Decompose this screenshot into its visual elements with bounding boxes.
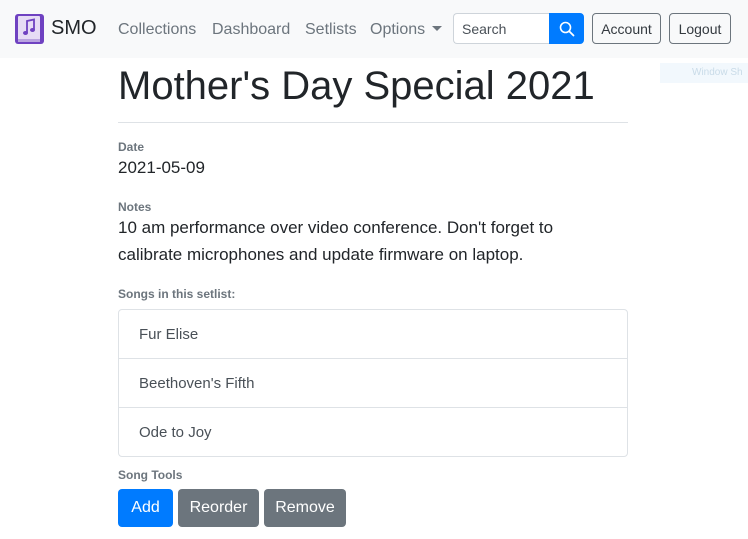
date-label: Date (118, 140, 145, 154)
logout-button[interactable]: Logout (669, 13, 731, 44)
remove-button[interactable]: Remove (264, 489, 346, 527)
song-tools-label: Song Tools (118, 468, 183, 482)
song-item-ode-to-joy[interactable]: Ode to Joy (119, 408, 627, 456)
notes-line-2: calibrate microphones and update firmwar… (118, 245, 524, 264)
notes-line-1: 10 am performance over video conference.… (118, 218, 554, 237)
nav-link-setlists[interactable]: Setlists (305, 21, 357, 39)
nav-link-collections[interactable]: Collections (118, 21, 196, 39)
search-icon (559, 21, 574, 36)
song-item-fur-elise[interactable]: Fur Elise (119, 310, 627, 359)
song-list: Fur Elise Beethoven's Fifth Ode to Joy (118, 309, 628, 457)
caret-down-icon (432, 26, 443, 31)
music-book-logo-icon[interactable] (14, 13, 45, 45)
song-item-beethovens-fifth[interactable]: Beethoven's Fifth (119, 359, 627, 408)
songs-label: Songs in this setlist: (118, 287, 236, 301)
nav-dropdown-options[interactable]: Options (370, 21, 443, 39)
brand-name[interactable]: SMO (51, 17, 97, 40)
nav-link-options-label: Options (370, 21, 426, 38)
window-overlay-fragment: Window Sh (660, 63, 748, 83)
search-input[interactable] (453, 13, 550, 44)
notes-label: Notes (118, 200, 152, 214)
date-value: 2021-05-09 (118, 158, 205, 177)
page-title: Mother's Day Special 2021 (118, 64, 595, 108)
reorder-button[interactable]: Reorder (178, 489, 259, 527)
nav-link-dashboard[interactable]: Dashboard (212, 21, 290, 39)
account-button[interactable]: Account (592, 13, 661, 44)
add-button[interactable]: Add (118, 489, 173, 527)
navbar: SMO Collections Dashboard Setlists Optio… (0, 0, 748, 58)
title-divider (118, 122, 628, 123)
search-button[interactable] (549, 13, 584, 44)
